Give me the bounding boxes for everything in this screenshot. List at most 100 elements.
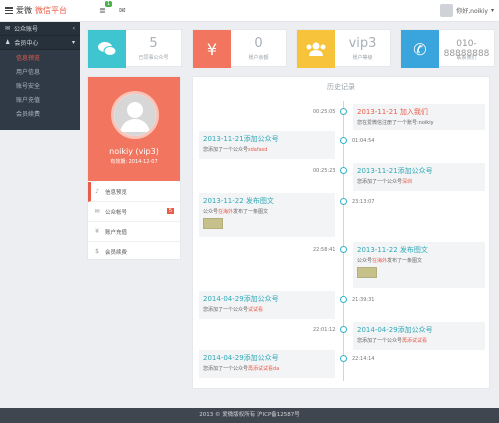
sidebar-group-label: 公众账号 — [14, 26, 39, 33]
users-icon — [297, 30, 335, 68]
event-time: 23:13:07 — [352, 199, 375, 205]
event-body: 您添加了一个公众号深圳 — [357, 179, 413, 185]
timeline-event[interactable]: 2014-04-29添加公众号 您添加了一个公众号再添试试看 — [353, 322, 485, 350]
sidebar-item-security[interactable]: 账号安全 — [0, 78, 80, 92]
stat-card-balance: ¥ 0 账户余额 — [192, 29, 287, 68]
event-title: 2014-04-29添加公众号 — [357, 326, 433, 334]
sidebar-group-label: 会员中心 — [14, 40, 39, 47]
yen-icon: ¥ — [193, 30, 231, 68]
profile-menu-label: 信息预览 — [105, 189, 128, 196]
stat-label: 联系我们 — [456, 55, 477, 61]
profile-menu-renew[interactable]: $ 会员续费 — [88, 242, 180, 262]
stat-card-contact: ✆ 010-88888888 联系我们 — [400, 29, 495, 68]
chevron-down-icon: ▾ — [490, 7, 494, 14]
user-name: 你好,noikiy — [456, 8, 488, 15]
timeline-dot — [340, 246, 347, 253]
top-header: 爱微 微信平台 ≣ 1 ✉ 你好,noikiy ▾ — [0, 0, 499, 22]
mail-icon[interactable]: ✉ — [119, 6, 126, 15]
profile-menu-label: 公众帐号 — [105, 209, 128, 216]
event-body: 您添加了一个公众号再添试试看 — [357, 338, 428, 344]
sidebar-group-accounts[interactable]: ✉ 公众账号 ‹ — [0, 22, 80, 36]
timeline-dot — [340, 137, 347, 144]
timeline-event[interactable]: 2013-11-22 发布图文 公众号在海外发布了一条图文 — [353, 242, 485, 288]
timeline-event[interactable]: 2013-11-22 发布图文 公众号在海外发布了一条图文 — [199, 193, 335, 237]
event-time: 01:04:54 — [352, 138, 375, 144]
profile-menu-recharge[interactable]: ¥ 账户充值 — [88, 222, 180, 242]
chevron-down-icon: ▾ — [71, 39, 75, 46]
bell-icon: ♪ — [95, 188, 99, 195]
history-timeline: 历史记录 00:25:05 2013-11-21 加入我们 您在爱微信注册了一个… — [192, 76, 490, 389]
profile-menu-label: 会员续费 — [105, 249, 128, 256]
event-title: 2013-11-22 发布图文 — [357, 246, 428, 254]
event-body: 您添加了一个公众号sdafasd — [203, 147, 268, 153]
event-body: 公众号在海外发布了一条图文 — [203, 209, 269, 215]
event-title: 2013-11-21添加公众号 — [203, 135, 279, 143]
sidebar: ✉ 公众账号 ‹ ♟ 会员中心 ▾ 信息预览 用户信息 账号安全 账户充值 会员… — [0, 22, 80, 130]
event-time: 21:39:31 — [352, 297, 375, 303]
list-icon[interactable]: ≣ — [99, 6, 106, 15]
menu-icon[interactable] — [5, 7, 13, 14]
event-body: 您添加了一个公众号试试看 — [203, 307, 264, 313]
notification-badge: 1 — [105, 1, 113, 7]
profile-menu: ♪ 信息预览 ✉ 公众帐号 5 ¥ 账户充值 $ 会员续费 — [88, 181, 180, 262]
post-thumbnail[interactable] — [357, 267, 377, 278]
timeline-dot — [340, 108, 347, 115]
comment-icon: ✉ — [94, 208, 100, 215]
profile-menu-preview[interactable]: ♪ 信息预览 — [88, 182, 180, 202]
event-time: 22:58:41 — [313, 247, 336, 253]
timeline-event[interactable]: 2014-04-29添加公众号 您添加了一个公众号再添试试看da — [199, 350, 335, 378]
event-title: 2014-04-29添加公众号 — [203, 354, 279, 362]
brand-name: 爱微 — [16, 6, 32, 15]
profile-menu-accounts[interactable]: ✉ 公众帐号 5 — [88, 202, 180, 222]
profile-date: 有效期: 2014-12-07 — [110, 159, 158, 165]
stat-card-level: vip3 账户等级 — [296, 29, 391, 68]
user-menu[interactable]: 你好,noikiy ▾ — [440, 4, 494, 17]
event-body: 公众号在海外发布了一条图文 — [357, 258, 423, 264]
event-time: 22:01:12 — [313, 327, 336, 333]
sidebar-group-member[interactable]: ♟ 会员中心 ▾ — [0, 36, 80, 50]
event-time: 22:14:14 — [352, 356, 375, 362]
brand-accent: 微信平台 — [35, 6, 67, 15]
timeline-dot — [340, 326, 347, 333]
timeline-dot — [340, 198, 347, 205]
event-title: 2013-11-21 加入我们 — [357, 108, 428, 116]
profile-card: noikiy (vip3) 有效期: 2014-12-07 ♪ 信息预览 ✉ 公… — [87, 76, 181, 262]
avatar — [111, 91, 159, 139]
sidebar-item-userinfo[interactable]: 用户信息 — [0, 64, 80, 78]
chat-icon: ✉ — [5, 25, 11, 32]
timeline-dot — [340, 355, 347, 362]
event-title: 2014-04-29添加公众号 — [203, 295, 279, 303]
sidebar-item-renew[interactable]: 会员续费 — [0, 106, 80, 120]
stat-card-accounts: 5 已同事公众号 — [87, 29, 182, 68]
profile-header: noikiy (vip3) 有效期: 2014-12-07 — [88, 77, 180, 181]
timeline-event[interactable]: 2013-11-21添加公众号 您添加了一个公众号sdafasd — [199, 131, 335, 159]
dollar-icon: $ — [95, 248, 99, 255]
event-time: 00:25:23 — [313, 168, 336, 174]
avatar — [440, 4, 454, 17]
brand-logo[interactable]: 爱微 微信平台 — [5, 5, 67, 16]
count-badge: 5 — [166, 208, 174, 214]
yen-icon: ¥ — [95, 228, 99, 235]
stat-label: 账户余额 — [248, 55, 269, 61]
timeline-event[interactable]: 2013-11-21添加公众号 您添加了一个公众号深圳 — [353, 163, 485, 191]
stat-value: 5 — [149, 36, 158, 51]
event-body: 您添加了一个公众号再添试试看da — [203, 366, 280, 372]
timeline-event[interactable]: 2014-04-29添加公众号 您添加了一个公众号试试看 — [199, 291, 335, 319]
chevron-left-icon: ‹ — [72, 25, 75, 32]
sidebar-item-recharge[interactable]: 账户充值 — [0, 92, 80, 106]
footer: 2013 © 爱微版权所有 沪ICP备12587号 — [0, 408, 499, 423]
stat-value: 0 — [254, 36, 263, 51]
event-body: 您在爱微信注册了一个账号:noikiy — [357, 120, 434, 126]
event-time: 00:25:05 — [313, 109, 336, 115]
post-thumbnail[interactable] — [203, 218, 223, 229]
event-title: 2013-11-21添加公众号 — [357, 167, 433, 175]
profile-name: noikiy (vip3) — [109, 147, 159, 156]
stat-value: vip3 — [348, 36, 377, 51]
sidebar-item-preview[interactable]: 信息预览 — [0, 50, 80, 64]
profile-menu-label: 账户充值 — [105, 229, 128, 236]
timeline-event[interactable]: 2013-11-21 加入我们 您在爱微信注册了一个账号:noikiy — [353, 104, 485, 130]
phone-icon: ✆ — [401, 30, 439, 68]
timeline-dot — [340, 167, 347, 174]
event-title: 2013-11-22 发布图文 — [203, 197, 274, 205]
stat-label: 已同事公众号 — [138, 55, 169, 61]
